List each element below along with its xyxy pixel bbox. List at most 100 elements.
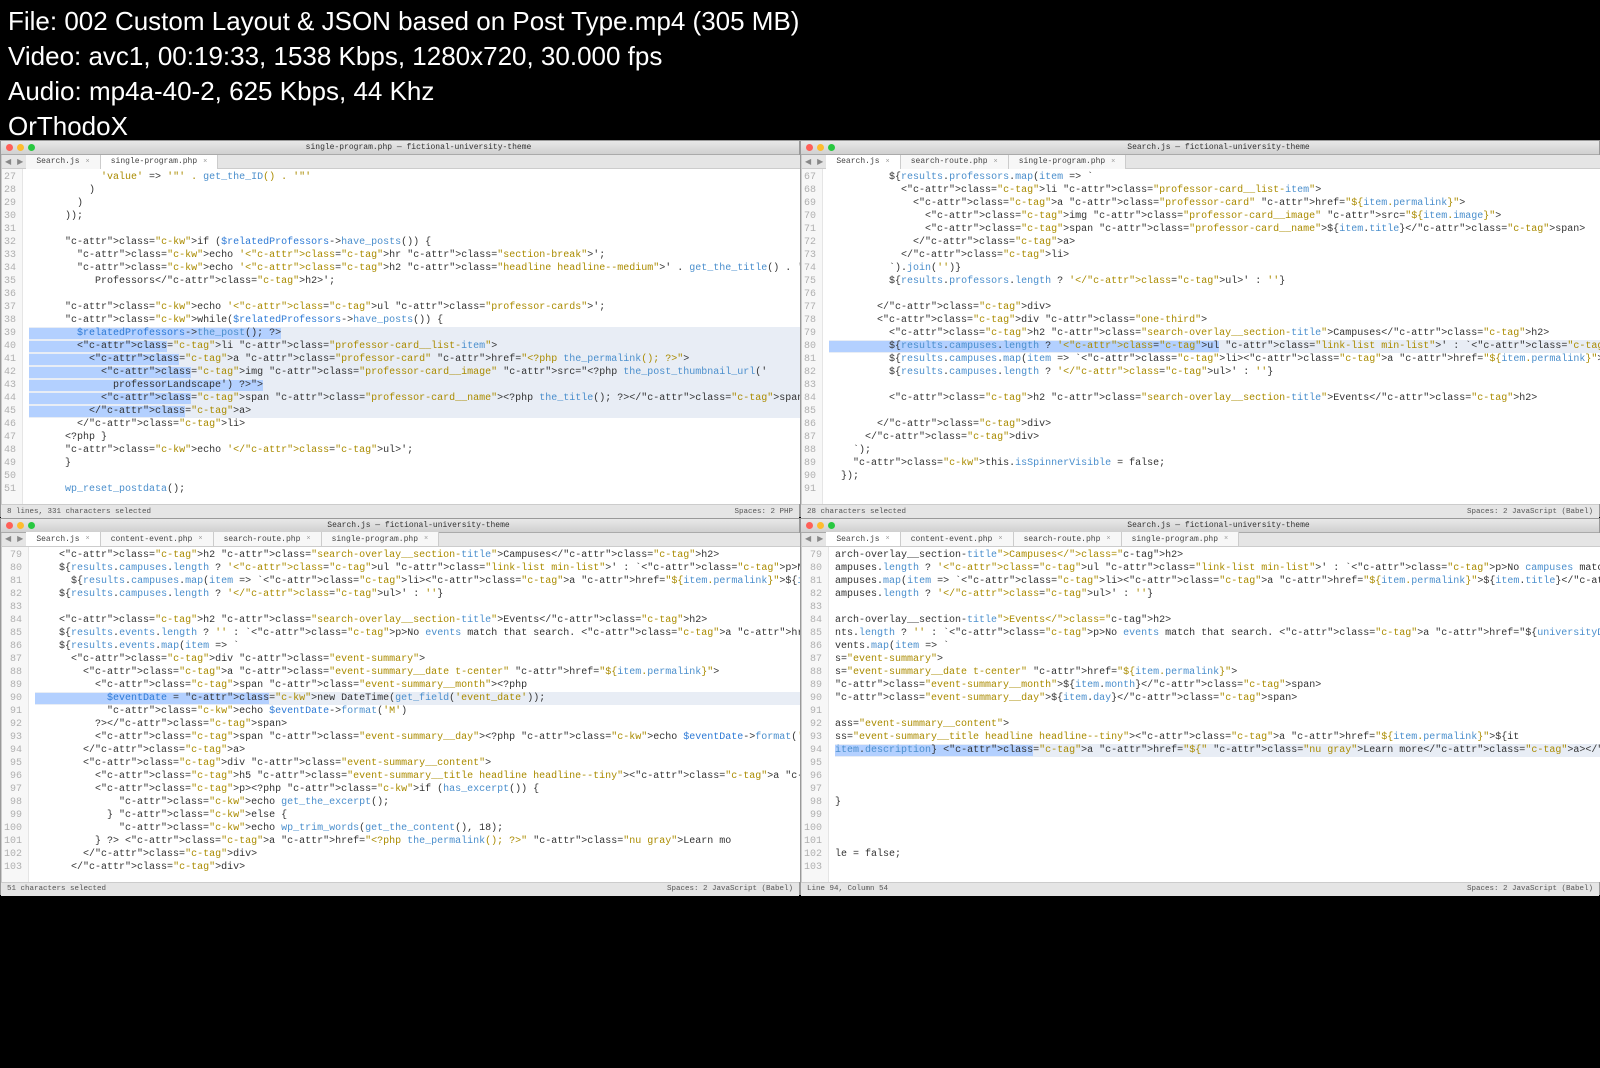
code-line[interactable]: </"c-attr">class="c-tag">li> [29,418,809,431]
code-line[interactable]: ${results.events.length ? '' : `<"c-attr… [35,627,893,640]
close-tab-icon[interactable]: × [998,535,1002,543]
code-line[interactable]: ${results.campuses.length ? '</"c-attr">… [35,588,893,601]
code-line[interactable]: <"c-attr">class="c-tag">h2 "c-attr">clas… [829,327,1600,340]
code-line[interactable]: <"c-attr">class="c-tag">img "c-attr">cla… [829,210,1600,223]
source-text[interactable]: 'value' => '"' . get_the_ID() . '"' ) ) … [23,169,809,504]
code-line[interactable]: arch-overlay__section-title">Campuses</"… [835,549,1600,562]
code-view[interactable]: 6768697071727374757677787980818283848586… [802,169,1600,504]
close-tab-icon[interactable]: × [306,535,310,543]
tab-nav-back-icon[interactable]: ◀ [802,534,814,544]
close-tab-icon[interactable]: × [86,535,90,543]
editor-tab[interactable]: single-program.php× [1009,155,1127,169]
code-line[interactable] [835,783,1600,796]
code-line[interactable] [829,379,1600,392]
code-line[interactable]: "c-attr">class="c-kw">echo $eventDate->f… [35,705,893,718]
code-line[interactable]: nts.length ? '' : `<"c-attr">class="c-ta… [835,627,1600,640]
code-line[interactable] [835,835,1600,848]
close-tab-icon[interactable]: × [1106,535,1110,543]
code-line[interactable]: <"c-attr">class="c-tag">h2 "c-attr">clas… [35,549,893,562]
code-line[interactable]: <"c-attr">class="c-tag">span "c-attr">cl… [35,679,893,692]
code-line[interactable]: </"c-attr">class="c-tag">div> [829,431,1600,444]
window-titlebar[interactable]: Search.js — fictional-university-theme [1,519,799,533]
code-line[interactable]: <"c-attr">class="c-tag">span "c-attr">cl… [829,223,1600,236]
code-line[interactable] [35,601,893,614]
code-line[interactable] [835,705,1600,718]
zoom-window-icon[interactable] [28,522,35,529]
code-line[interactable]: </"c-attr">class="c-tag">div> [829,301,1600,314]
editor-tab[interactable]: single-program.php× [322,532,440,546]
close-tab-icon[interactable]: × [198,535,202,543]
code-line[interactable]: ${results.professors.map(item => ` [829,171,1600,184]
code-line[interactable] [835,757,1600,770]
code-line[interactable]: $relatedProfessors->the_post(); ?> [29,327,809,340]
code-line[interactable]: </"c-attr">class="c-tag">a> [29,405,809,418]
code-line[interactable]: <"c-attr">class="c-tag">img "c-attr">cla… [29,366,809,379]
code-line[interactable]: "c-attr">class="c-kw">echo '<"c-attr">cl… [29,262,809,275]
code-line[interactable]: <"c-attr">class="c-tag">div "c-attr">cla… [829,314,1600,327]
code-line[interactable] [835,861,1600,874]
code-line[interactable]: <"c-attr">class="c-tag">a "c-attr">class… [829,197,1600,210]
code-line[interactable] [829,288,1600,301]
code-line[interactable]: ?></"c-attr">class="c-tag">span> [35,718,893,731]
code-line[interactable]: item.description} <"c-attr">class="c-tag… [835,744,1600,757]
editor-tab[interactable]: Search.js× [826,155,900,169]
code-line[interactable]: "c-attr">class="c-kw">this.isSpinnerVisi… [829,457,1600,470]
code-line[interactable]: <"c-attr">class="c-tag">a "c-attr">class… [35,666,893,679]
code-line[interactable]: </"c-attr">class="c-tag">div> [35,861,893,874]
zoom-window-icon[interactable] [828,144,835,151]
source-text[interactable]: arch-overlay__section-title">Campuses</"… [829,547,1600,882]
code-line[interactable] [29,288,809,301]
editor-tab[interactable]: search-route.php× [1014,532,1122,546]
editor-tab[interactable]: search-route.php× [901,155,1009,169]
code-line[interactable]: ${results.campuses.length ? '</"c-attr">… [829,366,1600,379]
code-line[interactable]: "c-attr">class="c-kw">echo '<"c-attr">cl… [29,301,809,314]
code-line[interactable]: } ?> <"c-attr">class="c-tag">a "c-attr">… [35,835,893,848]
code-line[interactable]: <"c-attr">class="c-tag">span "c-attr">cl… [29,392,809,405]
code-line[interactable]: } [835,796,1600,809]
close-tab-icon[interactable]: × [886,535,890,543]
tab-nav-back-icon[interactable]: ◀ [802,157,814,167]
window-titlebar[interactable]: Search.js — fictional-university-theme [801,519,1599,533]
code-line[interactable]: } [29,457,809,470]
code-line[interactable]: `).join('')} [829,262,1600,275]
close-tab-icon[interactable]: × [86,158,90,166]
editor-tab[interactable]: Search.js× [26,155,100,169]
editor-tab[interactable]: content-event.php× [101,532,214,546]
code-line[interactable]: s="event-summary__date t-center" "c-attr… [835,666,1600,679]
editor-tab[interactable]: search-route.php× [214,532,322,546]
code-line[interactable]: "c-attr">class="event-summary__day">${it… [835,692,1600,705]
code-line[interactable]: Professors</"c-attr">class="c-tag">h2>'; [29,275,809,288]
code-line[interactable]: <"c-attr">class="c-tag">a "c-attr">class… [29,353,809,366]
editor-tab[interactable]: single-program.php× [1122,532,1240,546]
close-tab-icon[interactable]: × [1111,158,1115,166]
code-line[interactable]: "c-attr">class="c-kw">while($relatedProf… [29,314,809,327]
code-line[interactable]: "c-attr">class="c-kw">echo '<"c-attr">cl… [29,249,809,262]
code-line[interactable]: } "c-attr">class="c-kw">else { [35,809,893,822]
code-line[interactable]: ampuses.length ? '</"c-attr">class="c-ta… [835,588,1600,601]
code-line[interactable] [835,822,1600,835]
code-line[interactable]: ampuses.map(item => `<"c-attr">class="c-… [835,575,1600,588]
code-line[interactable]: </"c-attr">class="c-tag">div> [35,848,893,861]
code-line[interactable]: </"c-attr">class="c-tag">div> [829,418,1600,431]
source-text[interactable]: <"c-attr">class="c-tag">h2 "c-attr">clas… [29,547,893,882]
close-tab-icon[interactable]: × [203,158,207,166]
code-line[interactable]: ${results.campuses.length ? '<"c-attr">c… [829,340,1600,353]
close-tab-icon[interactable]: × [886,158,890,166]
code-line[interactable]: ${results.campuses.map(item => `<"c-attr… [829,353,1600,366]
code-line[interactable]: </"c-attr">class="c-tag">li> [829,249,1600,262]
code-line[interactable]: vents.map(item => ` [835,640,1600,653]
code-line[interactable]: ampuses.length ? '<"c-attr">class="c-tag… [835,562,1600,575]
code-line[interactable] [29,223,809,236]
code-line[interactable]: )); [29,210,809,223]
code-line[interactable]: ${results.campuses.map(item => `<"c-attr… [35,575,893,588]
editor-tab[interactable]: Search.js× [26,532,100,546]
code-line[interactable] [835,601,1600,614]
code-line[interactable]: s="event-summary"> [835,653,1600,666]
code-line[interactable]: </"c-attr">class="c-tag">a> [35,744,893,757]
minimize-window-icon[interactable] [17,522,24,529]
close-tab-icon[interactable]: × [1224,535,1228,543]
tab-nav-back-icon[interactable]: ◀ [2,534,14,544]
code-line[interactable]: ass="event-summary__content"> [835,718,1600,731]
close-tab-icon[interactable]: × [994,158,998,166]
editor-tab[interactable]: single-program.php× [101,155,219,169]
